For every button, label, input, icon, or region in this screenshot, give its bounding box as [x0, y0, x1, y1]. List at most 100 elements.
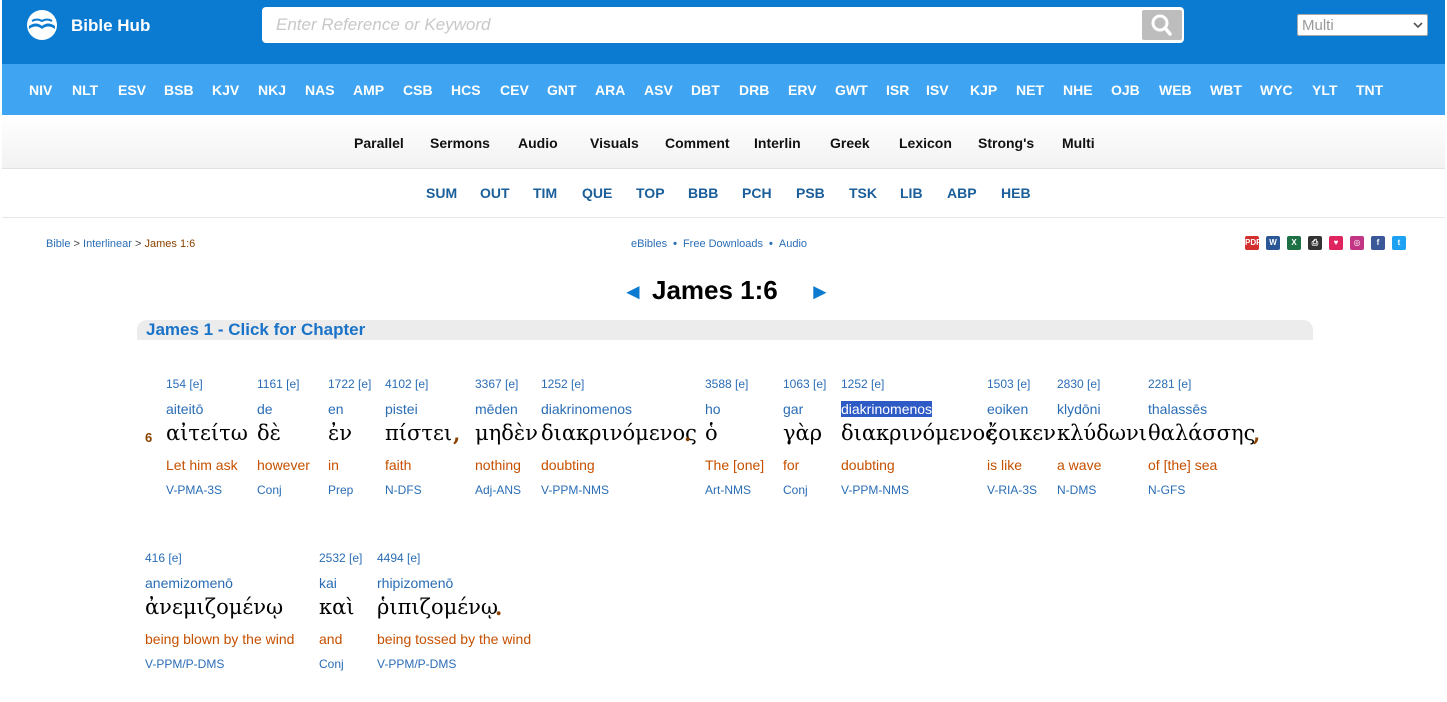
transliteration-link[interactable]: gar	[783, 401, 803, 417]
version-select[interactable]: Multi	[1297, 14, 1428, 36]
parsing-link[interactable]: Conj	[783, 483, 808, 497]
parsing-link[interactable]: V-PPM-NMS	[841, 483, 909, 497]
version-esv[interactable]: ESV	[118, 82, 146, 98]
version-web[interactable]: WEB	[1159, 82, 1192, 98]
search-input[interactable]	[262, 7, 1132, 43]
transliteration-link[interactable]: diakrinomenos	[841, 401, 933, 417]
version-kjv[interactable]: KJV	[212, 82, 239, 98]
ebibles-link[interactable]: eBibles	[631, 238, 667, 250]
version-bsb[interactable]: BSB	[164, 82, 194, 98]
strongs-number-link[interactable]: 416 [e]	[145, 551, 182, 565]
parsing-link[interactable]: Adj-ANS	[475, 483, 521, 497]
version-asv[interactable]: ASV	[644, 82, 673, 98]
strongs-number-link[interactable]: 2532 [e]	[319, 551, 362, 565]
strongs-number-link[interactable]: 4494 [e]	[377, 551, 420, 565]
commentary-nav-psb[interactable]: PSB	[796, 185, 825, 201]
transliteration-link[interactable]: aiteitō	[166, 401, 203, 417]
strongs-number-link[interactable]: 154 [e]	[166, 377, 203, 391]
version-amp[interactable]: AMP	[353, 82, 384, 98]
strongs-number-link[interactable]: 3367 [e]	[475, 377, 518, 391]
parsing-link[interactable]: V-PPM/P-DMS	[145, 657, 224, 671]
commentary-nav-que[interactable]: QUE	[582, 185, 612, 201]
facebook-icon[interactable]: f	[1371, 236, 1385, 250]
study-nav-parallel[interactable]: Parallel	[354, 135, 404, 151]
free-downloads-link[interactable]: Free Downloads	[683, 238, 763, 250]
study-nav-lexicon[interactable]: Lexicon	[899, 135, 952, 151]
commentary-nav-out[interactable]: OUT	[480, 185, 510, 201]
version-dbt[interactable]: DBT	[691, 82, 720, 98]
version-wbt[interactable]: WBT	[1210, 82, 1242, 98]
transliteration-link[interactable]: rhipizomenō	[377, 575, 453, 591]
commentary-nav-tsk[interactable]: TSK	[849, 185, 877, 201]
transliteration-link[interactable]: kai	[319, 575, 337, 591]
version-csb[interactable]: CSB	[403, 82, 433, 98]
transliteration-link[interactable]: eoiken	[987, 401, 1028, 417]
parsing-link[interactable]: N-GFS	[1148, 483, 1185, 497]
next-verse-arrow-icon[interactable]: ►	[809, 279, 831, 305]
version-wyc[interactable]: WYC	[1260, 82, 1293, 98]
version-hcs[interactable]: HCS	[451, 82, 481, 98]
twitter-icon[interactable]: t	[1392, 236, 1406, 250]
logo-text[interactable]: Bible Hub	[71, 16, 150, 36]
parsing-link[interactable]: V-PMA-3S	[166, 483, 222, 497]
parsing-link[interactable]: V-RIA-3S	[987, 483, 1037, 497]
search-button[interactable]	[1142, 10, 1182, 40]
transliteration-link[interactable]: anemizomenō	[145, 575, 233, 591]
heart-icon[interactable]: ♥	[1329, 236, 1343, 250]
version-gnt[interactable]: GNT	[547, 82, 577, 98]
instagram-icon[interactable]: ◎	[1350, 236, 1364, 250]
strongs-number-link[interactable]: 2281 [e]	[1148, 377, 1191, 391]
version-gwt[interactable]: GWT	[835, 82, 868, 98]
strongs-number-link[interactable]: 1503 [e]	[987, 377, 1030, 391]
version-ylt[interactable]: YLT	[1312, 82, 1337, 98]
version-nhe[interactable]: NHE	[1063, 82, 1093, 98]
version-drb[interactable]: DRB	[739, 82, 769, 98]
commentary-nav-abp[interactable]: ABP	[947, 185, 977, 201]
transliteration-link[interactable]: klydōni	[1057, 401, 1101, 417]
version-nas[interactable]: NAS	[305, 82, 335, 98]
strongs-number-link[interactable]: 1161 [e]	[257, 377, 299, 391]
print-icon[interactable]: ⎙	[1308, 236, 1322, 250]
version-net[interactable]: NET	[1016, 82, 1044, 98]
version-tnt[interactable]: TNT	[1356, 82, 1383, 98]
pdf-icon[interactable]: PDF	[1245, 236, 1261, 250]
version-cev[interactable]: CEV	[500, 82, 529, 98]
commentary-nav-sum[interactable]: SUM	[426, 185, 457, 201]
excel-icon[interactable]: X	[1287, 236, 1301, 250]
study-nav-visuals[interactable]: Visuals	[590, 135, 639, 151]
commentary-nav-bbb[interactable]: BBB	[688, 185, 718, 201]
parsing-link[interactable]: V-PPM-NMS	[541, 483, 609, 497]
strongs-number-link[interactable]: 2830 [e]	[1057, 377, 1100, 391]
transliteration-link[interactable]: thalassēs	[1148, 401, 1207, 417]
transliteration-link[interactable]: pistei	[385, 401, 418, 417]
bible-hub-logo-icon[interactable]	[24, 9, 60, 41]
chapter-link[interactable]: James 1 - Click for Chapter	[146, 320, 365, 340]
study-nav-interlin[interactable]: Interlin	[754, 135, 801, 151]
transliteration-link[interactable]: ho	[705, 401, 721, 417]
study-nav-comment[interactable]: Comment	[665, 135, 730, 151]
prev-verse-arrow-icon[interactable]: ◄	[622, 279, 644, 305]
transliteration-link[interactable]: mēden	[475, 401, 518, 417]
transliteration-link[interactable]: en	[328, 401, 344, 417]
parsing-link[interactable]: Art-NMS	[705, 483, 751, 497]
commentary-nav-lib[interactable]: LIB	[900, 185, 923, 201]
study-nav-greek[interactable]: Greek	[830, 135, 870, 151]
chapter-bar[interactable]: James 1 - Click for Chapter	[137, 320, 1313, 340]
strongs-number-link[interactable]: 3588 [e]	[705, 377, 748, 391]
breadcrumb-interlinear[interactable]: Interlinear	[83, 238, 132, 250]
commentary-nav-pch[interactable]: PCH	[742, 185, 772, 201]
version-ara[interactable]: ARA	[595, 82, 625, 98]
version-niv[interactable]: NIV	[29, 82, 52, 98]
version-nkj[interactable]: NKJ	[258, 82, 286, 98]
parsing-link[interactable]: N-DMS	[1057, 483, 1096, 497]
version-ojb[interactable]: OJB	[1111, 82, 1140, 98]
word-icon[interactable]: W	[1266, 236, 1280, 250]
strongs-number-link[interactable]: 4102 [e]	[385, 377, 428, 391]
commentary-nav-top[interactable]: TOP	[636, 185, 665, 201]
parsing-link[interactable]: V-PPM/P-DMS	[377, 657, 456, 671]
commentary-nav-tim[interactable]: TIM	[533, 185, 557, 201]
parsing-link[interactable]: Conj	[319, 657, 344, 671]
version-isv[interactable]: ISV	[926, 82, 949, 98]
audio-link[interactable]: Audio	[779, 238, 807, 250]
study-nav-sermons[interactable]: Sermons	[430, 135, 490, 151]
